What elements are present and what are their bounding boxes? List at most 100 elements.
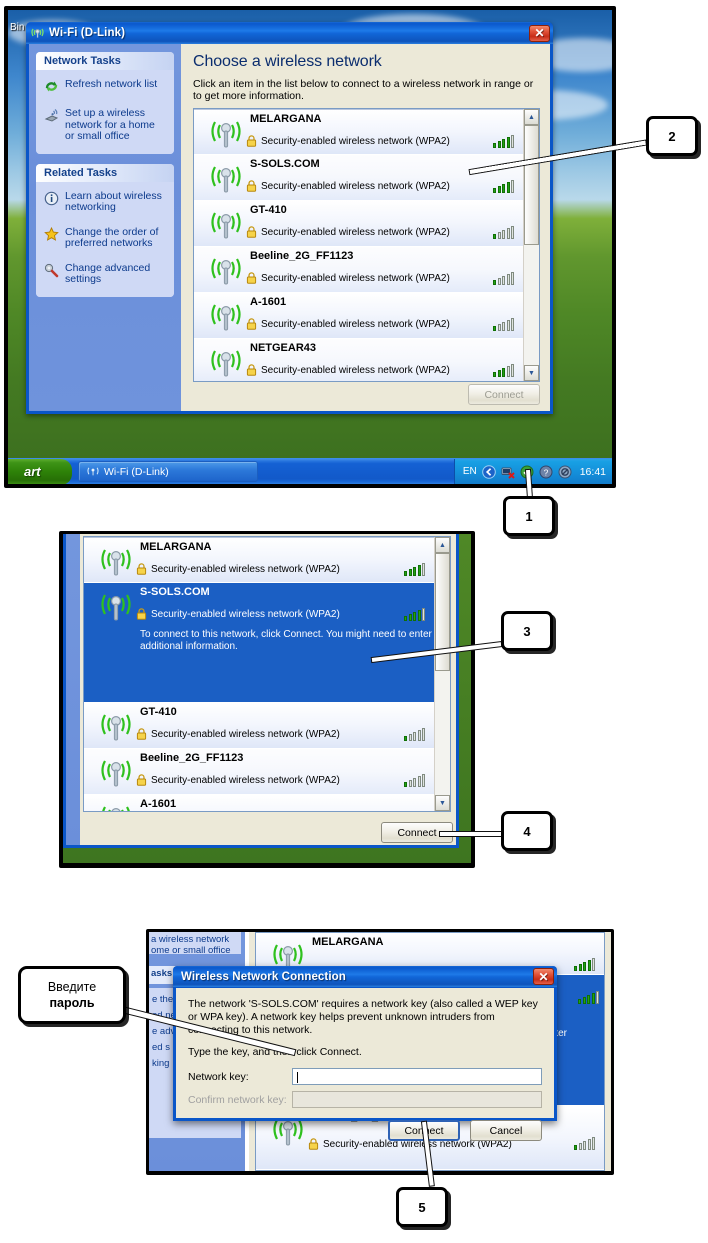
close-icon[interactable]: ✕: [533, 968, 554, 985]
wireless-signal-icon: [208, 345, 244, 379]
page-title: Choose a wireless network: [193, 53, 382, 70]
signal-strength-bars: [493, 179, 514, 193]
network-list-item[interactable]: S-SOLS.COM Security-enabled wireless netw…: [194, 155, 523, 201]
shield-icon[interactable]: [558, 465, 572, 479]
info-icon: [44, 191, 60, 207]
callout-ru-line1: Введите: [47, 980, 97, 994]
network-security-label: Security-enabled wireless network (WPA2): [151, 775, 340, 786]
start-button[interactable]: art: [8, 458, 72, 484]
desktop-icon-recycle-bin[interactable]: Bin: [10, 22, 24, 33]
network-disconnected-icon[interactable]: [501, 465, 515, 479]
callout-balloon-enter-password: Введите пароль: [18, 966, 126, 1024]
network-list-item[interactable]: A-1601 Security-enabled wireless network …: [194, 293, 523, 339]
dialog-instruction: Type the key, and then click Connect.: [188, 1046, 362, 1058]
lock-icon: [136, 728, 147, 740]
wireless-network-list[interactable]: MELARGANA Security-enabled wireless netwo…: [193, 108, 540, 382]
signal-strength-bars: [404, 727, 425, 741]
taskbar-clock[interactable]: 16:41: [580, 466, 606, 478]
taskbar-item-wifi[interactable]: Wi-Fi (D-Link): [78, 461, 258, 482]
wireless-signal-icon: [208, 253, 244, 287]
network-ssid: GT-410: [140, 706, 177, 718]
signal-strength-bars: [404, 607, 425, 621]
network-list-item[interactable]: S-SOLS.COM Security-enabled wireless netw…: [84, 583, 434, 703]
network-ssid: MELARGANA: [250, 113, 322, 125]
vertical-scrollbar[interactable]: ▲ ▼: [434, 537, 450, 811]
scroll-track[interactable]: [435, 553, 450, 795]
callout-label: 5: [418, 1199, 426, 1215]
network-list-viewport: MELARGANA Security-enabled wireless netwo…: [84, 537, 434, 811]
network-security-label: Security-enabled wireless network (WPA2): [151, 564, 340, 575]
sidebar-item-change-advanced-settings[interactable]: Change advanced settings: [40, 260, 170, 290]
sidebar-item-learn-about-wireless[interactable]: Learn about wireless networking: [40, 188, 170, 218]
callout-label: 1: [525, 508, 533, 524]
desktop-icon-label: Bin: [10, 22, 25, 33]
signal-strength-bars: [493, 363, 514, 377]
close-icon[interactable]: ✕: [529, 24, 550, 42]
callout-ru-line2: пароль: [49, 996, 95, 1010]
scroll-up-icon[interactable]: ▲: [524, 109, 539, 125]
help-icon[interactable]: ?: [539, 465, 553, 479]
network-list-viewport: MELARGANA Security-enabled wireless netwo…: [194, 109, 523, 381]
dialog-title: Wireless Network Connection: [181, 970, 346, 983]
network-security-label: Security-enabled wireless network (WPA2): [261, 319, 450, 330]
connect-button[interactable]: Connect: [468, 384, 540, 405]
network-ssid: Beeline_2G_FF1123: [250, 250, 354, 262]
callout-label: 3: [523, 623, 531, 639]
sidebar: Network Tasks Refresh network list Set u…: [29, 44, 181, 411]
background-sidebar-text-1: a wireless network ome or small office: [151, 934, 231, 956]
window-titlebar[interactable]: Wi-Fi (D-Link) ✕: [26, 22, 553, 44]
dialog-titlebar[interactable]: Wireless Network Connection ✕: [173, 966, 557, 987]
panel-header-network-tasks: Network Tasks: [36, 52, 174, 70]
confirm-key-row: Confirm network key:: [188, 1091, 542, 1108]
sidebar-item-setup-wireless-network[interactable]: Set up a wireless network for a home or …: [40, 105, 170, 147]
signal-strength-bars: [574, 1136, 595, 1150]
system-tray: EN ? 16:41: [453, 458, 612, 484]
background-sidebar-text-2: asks: [151, 968, 173, 979]
lock-icon: [246, 272, 257, 284]
scroll-up-icon[interactable]: ▲: [435, 537, 450, 553]
sidebar-item-change-order-preferred[interactable]: Change the order of preferred networks: [40, 224, 170, 254]
wireless-network-list-2[interactable]: MELARGANA Security-enabled wireless netwo…: [83, 536, 451, 812]
wireless-signal-icon: [208, 116, 244, 150]
network-list-item[interactable]: MELARGANA Security-enabled wireless netwo…: [84, 537, 434, 583]
network-security-label: Security-enabled wireless network (WPA2): [261, 365, 450, 376]
scroll-down-icon[interactable]: ▼: [435, 795, 450, 811]
network-ssid: Beeline_2G_FF1123: [140, 752, 244, 764]
wireless-signal-icon: [208, 161, 244, 195]
callout-badge-3: 3: [501, 611, 553, 651]
scroll-down-icon[interactable]: ▼: [524, 365, 539, 381]
refresh-icon: [44, 79, 60, 95]
network-security-label: Security-enabled wireless network (WPA2): [261, 227, 450, 238]
sidebar-item-refresh-network-list[interactable]: Refresh network list: [40, 76, 170, 99]
vertical-scrollbar[interactable]: ▲ ▼: [523, 109, 539, 381]
tray-language-indicator[interactable]: EN: [463, 466, 477, 477]
network-list-item[interactable]: Beeline_2G_FF1123 Security-enabled wirele…: [84, 749, 434, 795]
network-list-item[interactable]: GT-410 Security-enabled wireless network …: [84, 703, 434, 749]
network-list-item[interactable]: NETGEAR43 Security-enabled wireless netwo…: [194, 339, 523, 381]
dialog-cancel-button[interactable]: Cancel: [470, 1120, 542, 1141]
network-list-item[interactable]: Beeline_2G_FF1123 Security-enabled wirele…: [194, 247, 523, 293]
screenshot-3-window: a wireless network ome or small office a…: [149, 932, 611, 1171]
window-title: Wi-Fi (D-Link): [49, 27, 126, 39]
network-ssid: S-SOLS.COM: [140, 586, 210, 598]
lock-icon: [246, 135, 257, 147]
lock-icon: [136, 608, 147, 620]
network-ssid: NETGEAR43: [250, 342, 317, 354]
wireless-icon: [87, 467, 99, 476]
dialog-body: The network 'S-SOLS.COM' requires a netw…: [176, 988, 554, 1141]
network-list-item[interactable]: MELARGANA Security-enabled wireless netwo…: [194, 109, 523, 155]
network-key-input[interactable]: [292, 1068, 542, 1085]
network-list-item[interactable]: GT-410 Security-enabled wireless network …: [194, 201, 523, 247]
network-ssid: MELARGANA: [312, 936, 384, 948]
taskbar: art Wi-Fi (D-Link) EN ? 16:41: [8, 458, 612, 484]
text-caret: [297, 1072, 298, 1083]
button-row: Connect: [468, 384, 540, 405]
callout-label: 2: [668, 128, 676, 144]
scroll-thumb[interactable]: [524, 125, 539, 245]
chevron-left-icon[interactable]: [481, 464, 496, 479]
network-ssid: S-SOLS.COM: [250, 158, 320, 170]
network-list-item[interactable]: A-1601: [84, 795, 434, 811]
wrench-icon: [44, 263, 60, 279]
signal-strength-bars: [493, 317, 514, 331]
sidebar-item-label: Refresh network list: [65, 78, 158, 90]
